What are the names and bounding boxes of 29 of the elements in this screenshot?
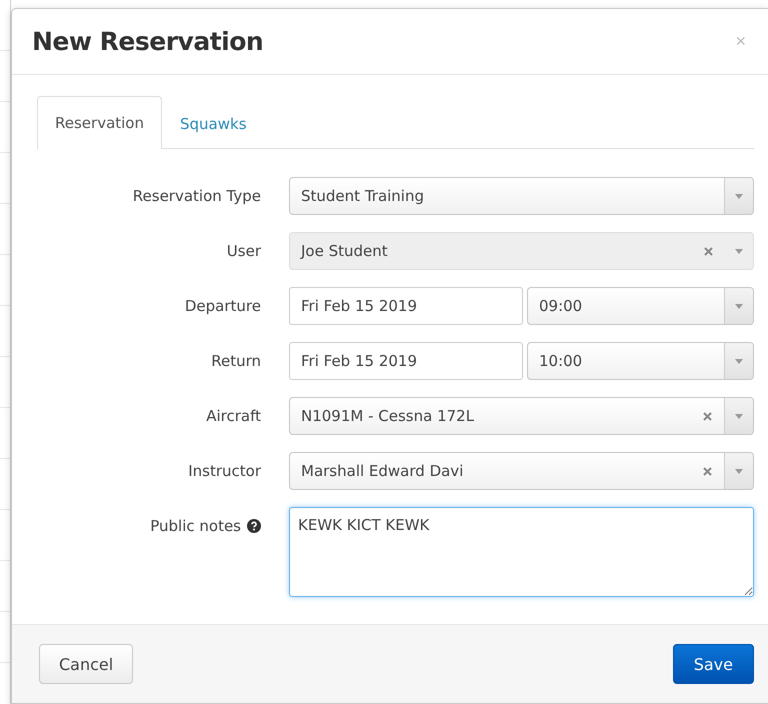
notes-field[interactable]: KEWK KICT KEWK [289,507,754,597]
save-button[interactable]: Save [672,644,754,684]
field-label: Public notes [150,516,241,537]
select-field[interactable]: Student Training [289,177,754,215]
field-label: Aircraft [206,406,261,427]
time-select[interactable]: 09:00 [527,287,754,325]
clear-icon[interactable] [703,466,712,476]
clear-icon[interactable] [703,412,712,420]
tab[interactable]: Squawks [162,97,265,149]
dialog-title: New Reservation [32,27,264,56]
field-label: Return [211,351,261,372]
select-field[interactable]: Marshall Edward Davi [289,452,754,490]
date-field[interactable]: Fri Feb 15 2019 [289,342,523,380]
date-field[interactable]: Fri Feb 15 2019 [289,287,523,325]
cancel-button[interactable]: Cancel [39,644,134,684]
field-label: Departure [184,296,261,317]
tab[interactable]: Reservation [37,96,162,149]
caret-icon [735,304,743,308]
caret-icon [735,468,743,474]
caret-icon [735,414,743,418]
select-field[interactable]: N1091M - Cessna 172L [289,397,754,435]
caret-icon [735,358,743,364]
caret-icon [735,194,743,198]
field-label: User [226,241,261,262]
field-label: Instructor [188,461,261,482]
caret-icon [735,248,743,254]
time-select[interactable]: 10:00 [527,342,754,380]
help-icon[interactable] [247,519,261,533]
field-label: Reservation Type [132,186,261,207]
